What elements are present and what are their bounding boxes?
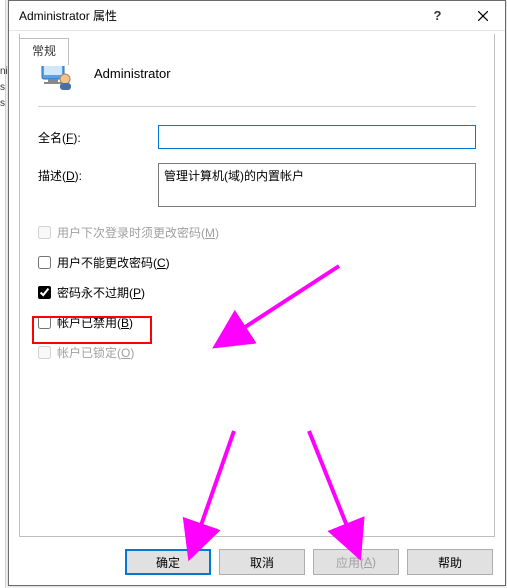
help-button[interactable]: ? xyxy=(415,1,460,31)
help-button[interactable]: 帮助 xyxy=(407,549,493,575)
tab-general[interactable]: 常规 xyxy=(19,38,69,65)
options-group: 用户下次登录时须更改密码(M) 用户不能更改密码(C) 密码永不过期(P) 帐户… xyxy=(38,221,476,363)
check-cannot-change-password[interactable]: 用户不能更改密码(C) xyxy=(38,251,476,273)
check-cannot-change-password-box[interactable] xyxy=(38,256,51,269)
description-label: 描述(D): xyxy=(38,163,158,184)
bg-text: s xyxy=(0,98,5,109)
fullname-label: 全名(F): xyxy=(38,125,158,146)
account-name: Administrator xyxy=(94,66,171,81)
properties-dialog: Administrator 属性 ? 常规 隶属于 配置文件 xyxy=(8,0,506,586)
check-account-locked-box xyxy=(38,346,51,359)
tab-panel-general: Administrator 全名(F): 描述(D): 管理计算机(域)的内置帐… xyxy=(19,34,495,537)
check-label: 帐户已禁用(B) xyxy=(57,314,133,331)
divider xyxy=(38,106,476,107)
account-header: Administrator xyxy=(38,48,476,98)
dialog-buttons: 确定 取消 应用(A) 帮助 xyxy=(125,549,493,575)
check-account-disabled[interactable]: 帐户已禁用(B) xyxy=(38,311,476,333)
check-password-never-expires-box[interactable] xyxy=(38,286,51,299)
check-must-change-password: 用户下次登录时须更改密码(M) xyxy=(38,221,476,243)
check-account-locked: 帐户已锁定(O) xyxy=(38,341,476,363)
fullname-input[interactable] xyxy=(158,125,476,149)
check-account-disabled-box[interactable] xyxy=(38,316,51,329)
check-label: 密码永不过期(P) xyxy=(57,284,145,301)
check-label: 用户下次登录时须更改密码(M) xyxy=(57,224,219,241)
bg-text: s xyxy=(0,82,5,93)
check-label: 帐户已锁定(O) xyxy=(57,344,134,361)
apply-button: 应用(A) xyxy=(313,549,399,575)
close-button[interactable] xyxy=(460,1,505,31)
close-icon xyxy=(478,11,488,21)
description-input[interactable]: 管理计算机(域)的内置帐户 xyxy=(158,163,476,207)
fullname-row: 全名(F): xyxy=(38,125,476,149)
description-row: 描述(D): 管理计算机(域)的内置帐户 xyxy=(38,163,476,207)
ok-button[interactable]: 确定 xyxy=(125,549,211,575)
check-must-change-password-box xyxy=(38,226,51,239)
check-label: 用户不能更改密码(C) xyxy=(57,254,170,271)
check-password-never-expires[interactable]: 密码永不过期(P) xyxy=(38,281,476,303)
titlebar[interactable]: Administrator 属性 ? xyxy=(9,1,505,31)
background-window-edge: ni s s xyxy=(0,0,6,588)
cancel-button[interactable]: 取消 xyxy=(219,549,305,575)
window-title: Administrator 属性 xyxy=(9,7,415,24)
bg-text: ni xyxy=(0,66,8,77)
